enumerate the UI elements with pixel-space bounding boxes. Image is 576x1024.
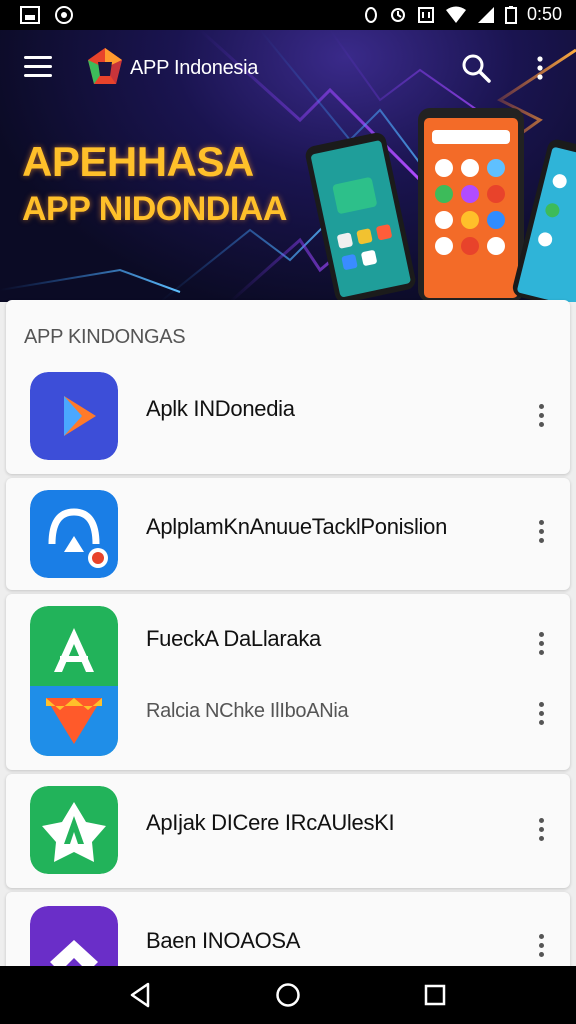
logo-icon: [88, 48, 122, 84]
data-icon: [417, 6, 434, 23]
app-name: FueckA DaLlaraka: [146, 626, 321, 651]
more-vert-icon[interactable]: [528, 54, 552, 84]
app-subname: Ralcia NChke IlIboANia: [146, 700, 349, 722]
list-item[interactable]: FueckA DaLlaraka Ralcia NChke IlIboANia: [6, 594, 570, 770]
app-name: ApIjak DICere IRcAUlesKI: [146, 810, 395, 835]
app-icon-headset: [30, 490, 118, 578]
more-vert-icon[interactable]: [534, 818, 548, 844]
list-item[interactable]: ApIjak DICere IRcAUlesKI: [6, 774, 570, 888]
app-icon-play: [30, 372, 118, 460]
list-item[interactable]: Aplk INDonedia: [6, 356, 570, 474]
list-item[interactable]: AplplamKnAnuueTacklPonislion: [6, 478, 570, 590]
hero-headline-line1: APEHHASA: [22, 138, 254, 185]
menu-icon[interactable]: [24, 56, 52, 78]
navigation-bar: [0, 966, 576, 1024]
app-icon-stacked: [30, 606, 118, 756]
more-vert-icon[interactable]: [534, 404, 548, 430]
app-name: AplplamKnAnuueTacklPonislion: [146, 514, 448, 539]
more-vert-icon[interactable]: [534, 702, 548, 728]
vibrate-icon: [390, 7, 405, 22]
app-icon-star-a: [30, 786, 118, 874]
phones-illustration: [305, 108, 576, 302]
clock-time: 0:50: [526, 4, 562, 24]
gallery-notification-icon: [20, 6, 40, 24]
signal-icon: [477, 6, 494, 23]
wifi-icon: [445, 6, 466, 23]
more-vert-icon[interactable]: [534, 632, 548, 658]
section-title: APP KINDONGAS: [24, 326, 186, 348]
battery-icon: [504, 5, 517, 24]
more-vert-icon[interactable]: [534, 520, 548, 546]
hero-headline-line2: APP NIDONDIAA: [22, 190, 287, 228]
sync-notification-icon: [55, 6, 73, 24]
app-title: APP Indonesia: [130, 57, 259, 79]
recents-icon[interactable]: [420, 980, 450, 1010]
back-icon[interactable]: [126, 980, 156, 1010]
search-icon[interactable]: [460, 52, 492, 84]
home-icon[interactable]: [273, 980, 303, 1010]
status-bar: 0:50: [0, 0, 576, 30]
alarm-icon: [364, 6, 377, 23]
more-vert-icon[interactable]: [534, 934, 548, 960]
hero-banner: APP Indonesia APEHHASA APP NIDONDIAA: [0, 30, 576, 302]
app-name: Baen INOAOSA: [146, 928, 301, 953]
app-name: Aplk INDonedia: [146, 396, 295, 421]
